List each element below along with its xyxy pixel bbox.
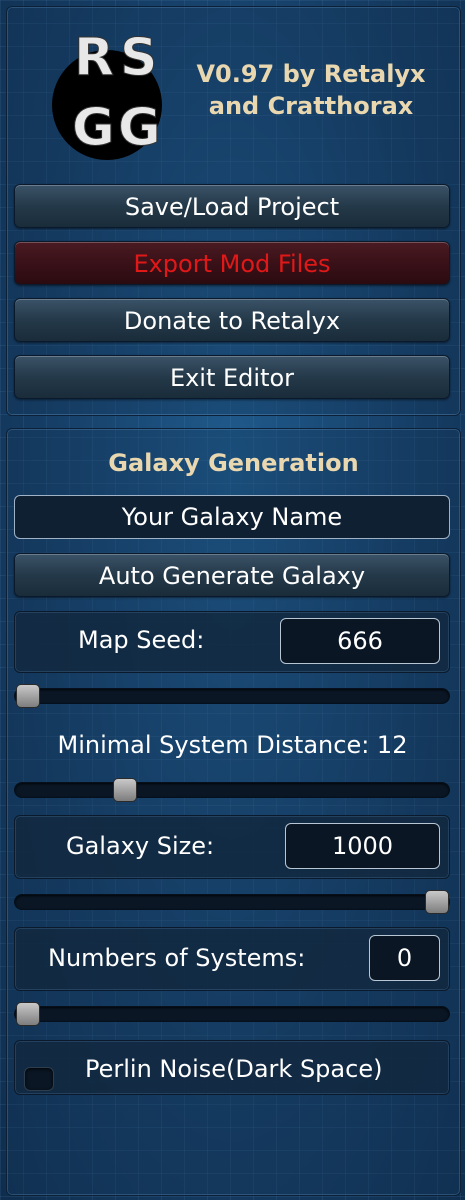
- logo-letter-s: S: [119, 28, 158, 88]
- map-seed-slider[interactable]: [14, 684, 450, 708]
- min-distance-slider[interactable]: [14, 778, 450, 802]
- galaxy-size-label: Galaxy Size:: [66, 832, 215, 860]
- exit-editor-button[interactable]: Exit Editor: [14, 355, 450, 399]
- donate-button[interactable]: Donate to Retalyx: [14, 298, 450, 342]
- galaxy-size-input[interactable]: 1000: [285, 823, 440, 869]
- map-seed-input[interactable]: 666: [280, 618, 440, 664]
- min-distance-slider-thumb[interactable]: [113, 778, 137, 802]
- logo-letter-r: R: [73, 28, 115, 88]
- perlin-noise-checkbox[interactable]: [24, 1067, 54, 1091]
- systems-slider[interactable]: [14, 1002, 450, 1026]
- map-seed-label: Map Seed:: [78, 626, 205, 654]
- section-title: Galaxy Generation: [108, 449, 359, 477]
- galaxy-size-slider-thumb[interactable]: [425, 890, 449, 914]
- min-distance-label: Minimal System Distance: 12: [57, 731, 408, 759]
- export-mod-files-button[interactable]: Export Mod Files: [14, 241, 450, 285]
- systems-input[interactable]: 0: [369, 935, 440, 981]
- version-line-1: V0.97 by Retalyx: [196, 60, 426, 88]
- auto-generate-galaxy-button[interactable]: Auto Generate Galaxy: [14, 553, 450, 597]
- galaxy-name-input[interactable]: Your Galaxy Name: [14, 495, 450, 539]
- systems-label: Numbers of Systems:: [48, 944, 306, 972]
- rsgg-logo: R S G G: [46, 22, 176, 162]
- version-credits: V0.97 by Retalyx and Cratthorax: [188, 58, 434, 122]
- perlin-noise-label: Perlin Noise(Dark Space): [85, 1055, 383, 1083]
- logo-letter-g1: G: [72, 98, 116, 158]
- version-line-2: and Cratthorax: [208, 92, 414, 120]
- systems-slider-thumb[interactable]: [16, 1002, 40, 1026]
- save-load-project-button[interactable]: Save/Load Project: [14, 184, 450, 228]
- map-seed-slider-thumb[interactable]: [16, 684, 40, 708]
- galaxy-size-slider[interactable]: [14, 890, 450, 914]
- logo-letter-g2: G: [118, 98, 162, 158]
